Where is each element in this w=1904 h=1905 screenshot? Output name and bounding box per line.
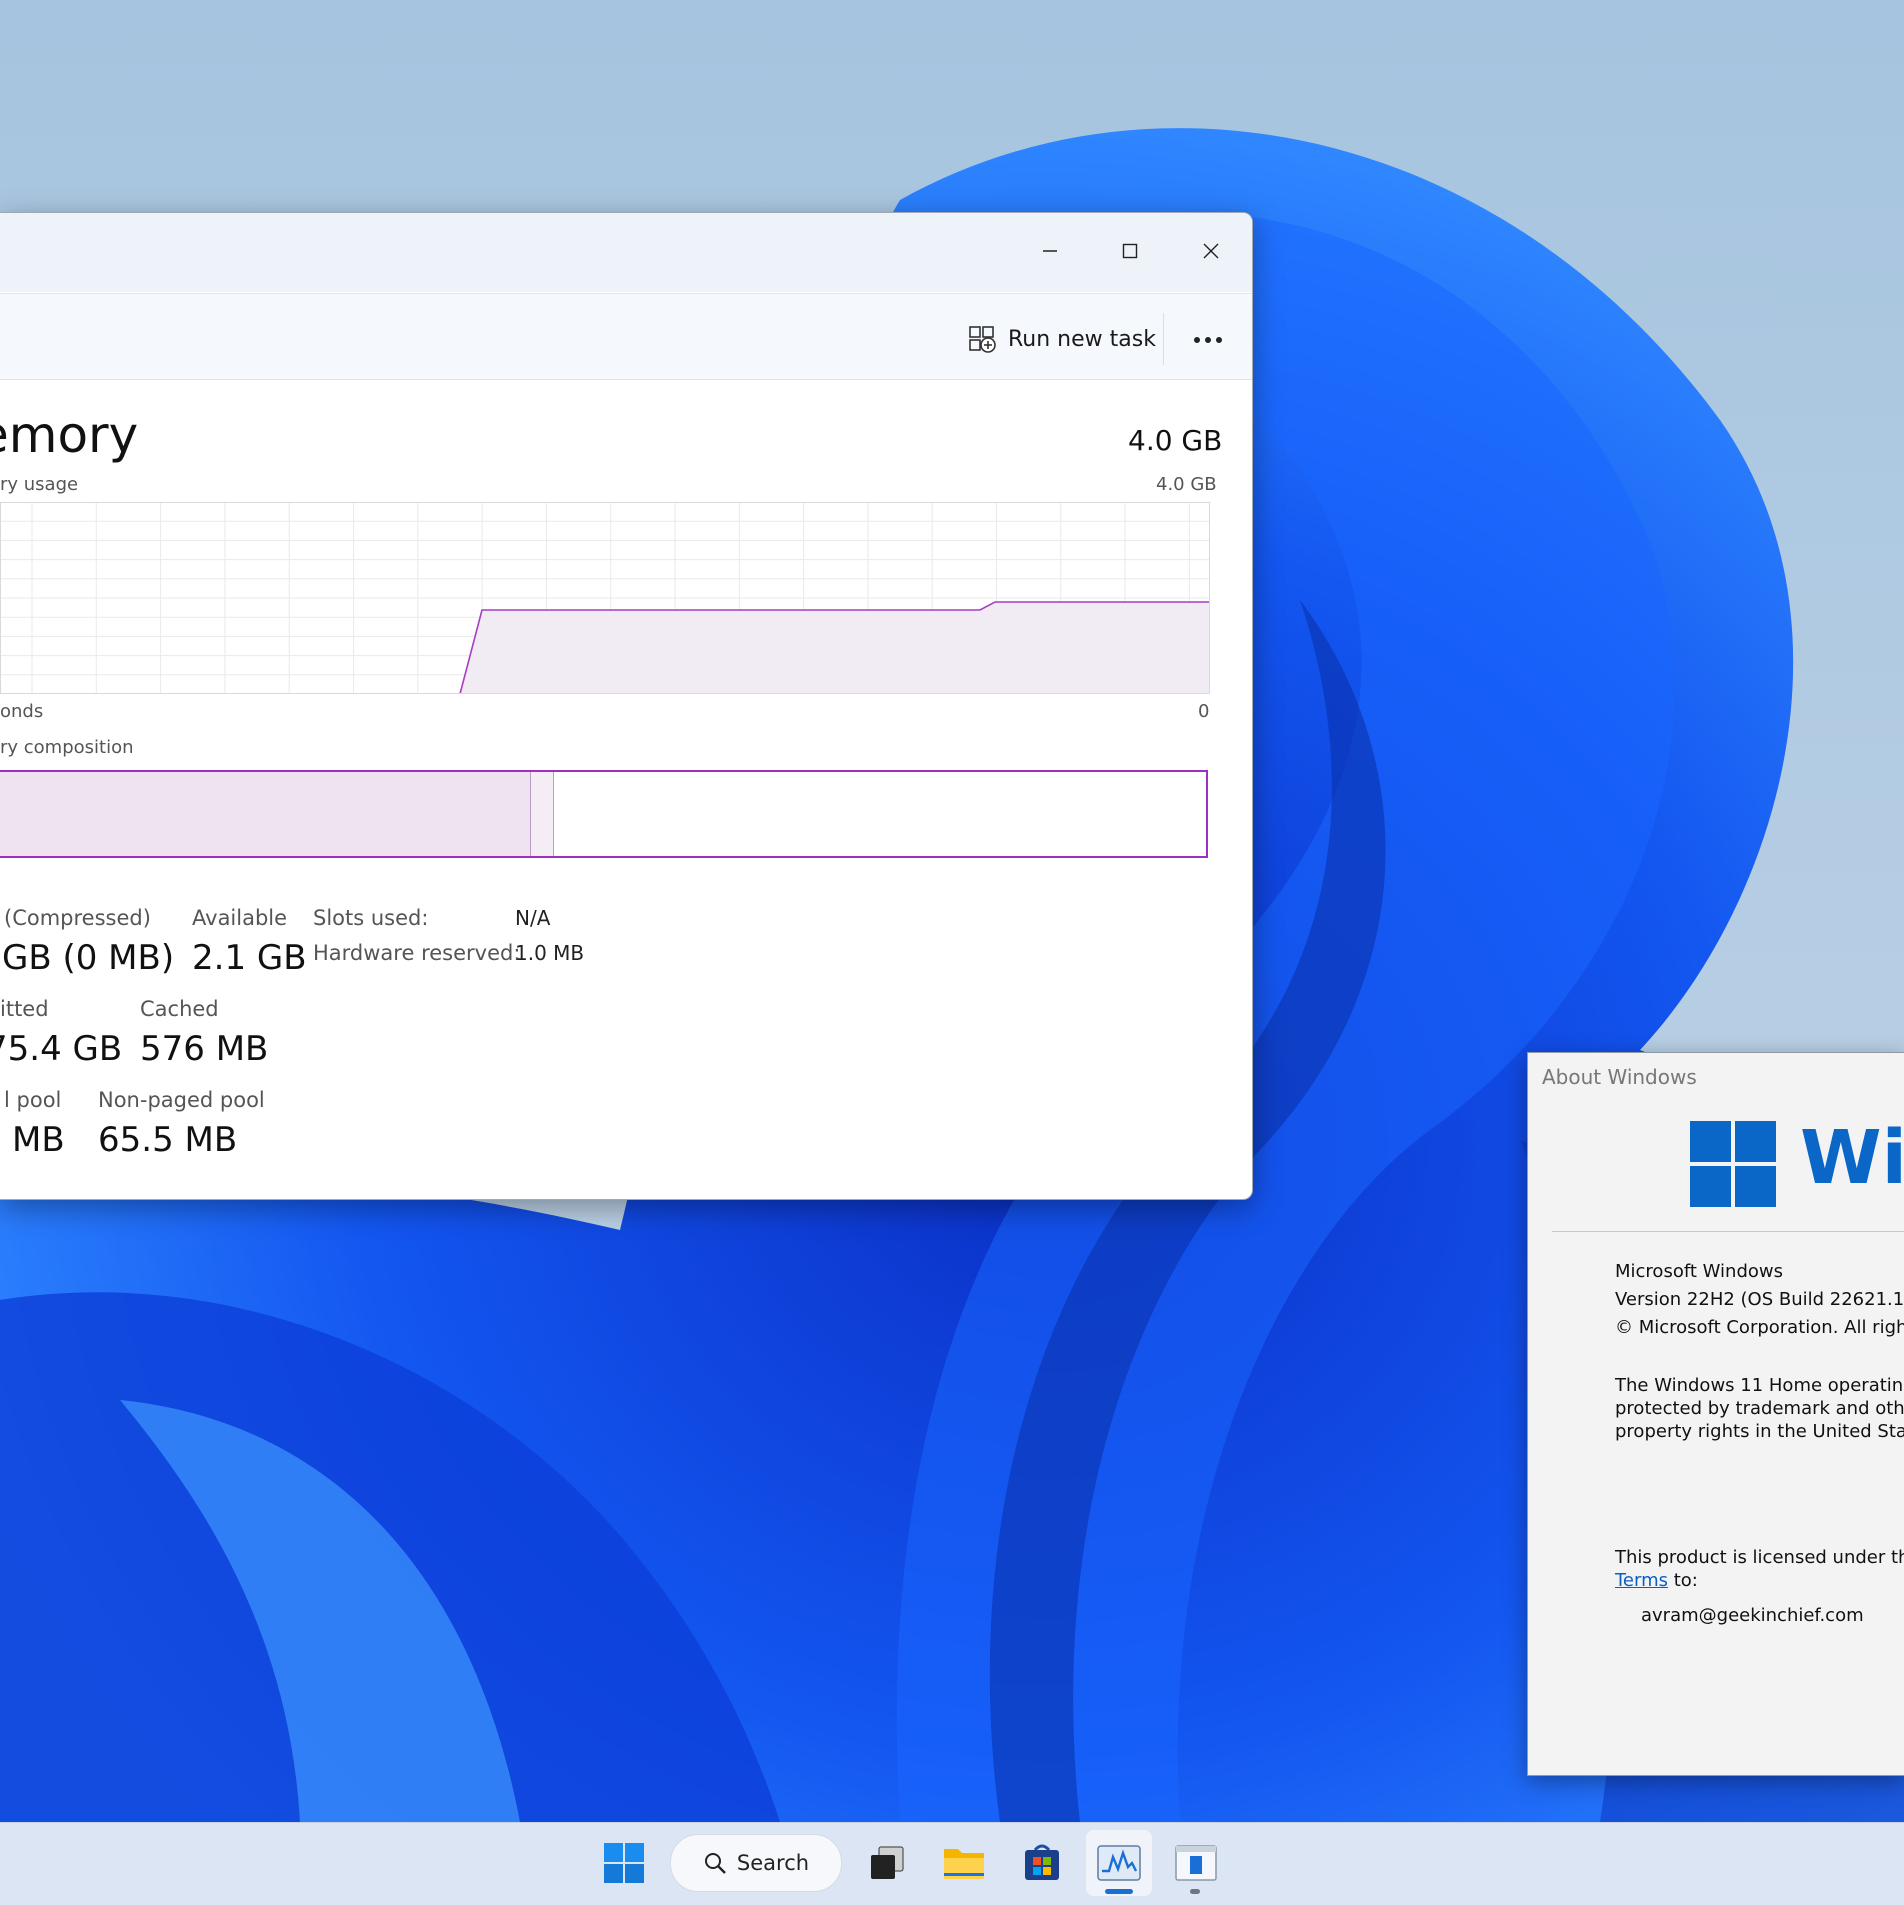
paged-pool-label: l pool	[4, 1088, 62, 1112]
run-task-icon	[969, 326, 996, 353]
about-windows-dialog: About Windows Wi Microsoft Windows Versi…	[1527, 1052, 1904, 1776]
available-label: Available	[192, 906, 288, 930]
time-axis-label: onds	[0, 701, 44, 722]
maximize-button[interactable]	[1100, 231, 1160, 271]
usage-max-label: 4.0 GB	[1156, 474, 1217, 495]
close-icon	[1203, 243, 1219, 259]
about-windows-taskbar-button[interactable]	[1163, 1830, 1229, 1896]
command-separator	[1163, 313, 1164, 365]
search-label: Search	[736, 1851, 810, 1875]
winver-icon	[1175, 1845, 1217, 1881]
task-manager-taskbar-button[interactable]	[1086, 1830, 1152, 1896]
cached-value: 576 MB	[140, 1029, 269, 1069]
active-indicator	[1105, 1889, 1133, 1894]
time-axis-zero: 0	[1198, 701, 1210, 722]
microsoft-store-button[interactable]	[1009, 1830, 1075, 1896]
composition-modified	[531, 772, 554, 856]
file-explorer-button[interactable]	[931, 1830, 997, 1896]
composition-in-use	[0, 772, 531, 856]
composition-label: ry composition	[0, 737, 134, 758]
license-to-text: to:	[1668, 1570, 1698, 1591]
usage-area	[460, 602, 1210, 694]
committed-label: itted	[0, 997, 49, 1021]
more-options-button[interactable]	[1186, 318, 1230, 362]
divider	[1552, 1231, 1904, 1232]
legal-line-2: protected by trademark and other	[1615, 1398, 1904, 1419]
memory-usage-graph	[0, 502, 1210, 694]
nonpaged-pool-value: 65.5 MB	[98, 1120, 238, 1160]
run-new-task-label: Run new task	[1008, 326, 1156, 352]
committed-value: 75.4 GB	[0, 1029, 123, 1069]
paged-pool-value: MB	[12, 1120, 65, 1160]
windows-start-icon	[604, 1843, 644, 1883]
hardware-reserved-value: 1.0 MB	[515, 941, 585, 965]
task-manager-icon	[1097, 1845, 1141, 1881]
product-name: Microsoft Windows	[1615, 1261, 1783, 1282]
minimize-icon	[1043, 250, 1057, 252]
memory-composition-bar[interactable]	[0, 770, 1208, 858]
run-new-task-button[interactable]: Run new task	[968, 317, 1156, 361]
compressed-label: (Compressed)	[4, 906, 151, 930]
cached-label: Cached	[140, 997, 219, 1021]
slots-used-value: N/A	[515, 906, 551, 930]
windows-wordmark: Wi	[1800, 1115, 1904, 1201]
usage-label: ry usage	[0, 474, 79, 495]
close-button[interactable]	[1181, 231, 1241, 271]
memory-total: 4.0 GB	[1128, 424, 1223, 457]
copyright-text: © Microsoft Corporation. All rights	[1615, 1317, 1904, 1338]
terms-link[interactable]: Terms	[1615, 1570, 1668, 1591]
hardware-reserved-label: Hardware reserved:	[313, 941, 521, 965]
available-value: 2.1 GB	[192, 938, 307, 978]
license-terms-line: Terms to:	[1615, 1570, 1698, 1591]
legal-line-1: The Windows 11 Home operating s	[1615, 1375, 1904, 1396]
open-indicator	[1190, 1889, 1200, 1894]
dialog-title: About Windows	[1542, 1065, 1697, 1089]
windows-logo-icon	[1690, 1121, 1776, 1207]
taskbar-search-box[interactable]: Search	[670, 1834, 842, 1892]
compressed-value: GB (0 MB)	[2, 938, 175, 978]
task-view-icon	[871, 1846, 904, 1879]
nonpaged-pool-label: Non-paged pool	[98, 1088, 265, 1112]
minimize-button[interactable]	[1020, 231, 1080, 271]
maximize-icon	[1122, 243, 1138, 259]
legal-line-3: property rights in the United State	[1615, 1421, 1904, 1442]
page-title: emory	[0, 406, 139, 464]
version-text: Version 22H2 (OS Build 22621.126	[1615, 1289, 1904, 1310]
more-icon	[1194, 337, 1222, 343]
store-icon	[1025, 1844, 1059, 1880]
search-icon	[704, 1853, 726, 1874]
licensed-user: avram@geekinchief.com	[1641, 1605, 1864, 1626]
folder-icon	[944, 1849, 984, 1879]
license-text: This product is licensed under the	[1615, 1547, 1904, 1568]
slots-used-label: Slots used:	[313, 906, 429, 930]
task-view-button[interactable]	[854, 1830, 920, 1896]
start-button[interactable]	[591, 1830, 657, 1896]
